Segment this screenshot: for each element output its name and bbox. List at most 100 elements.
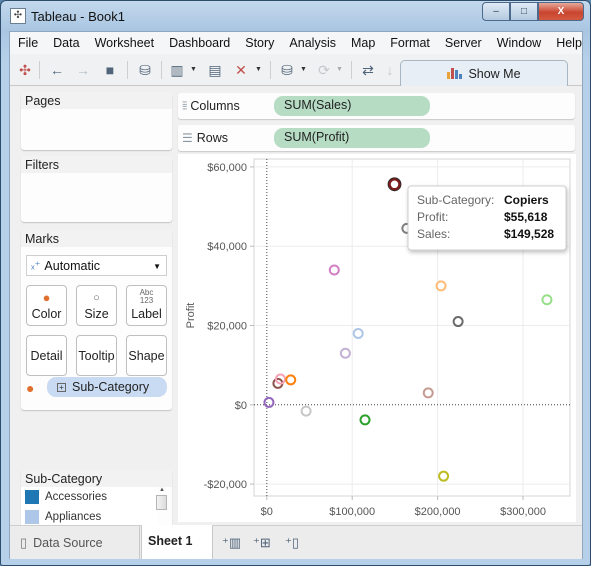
pause-dropdown-icon[interactable]: ▼	[300, 66, 307, 73]
data-point[interactable]	[339, 347, 351, 359]
tooltip-value-sales: $149,528	[504, 227, 554, 241]
scrollbar-thumb[interactable]	[156, 495, 167, 510]
toolbar-separator	[351, 61, 352, 79]
data-point[interactable]	[263, 396, 275, 408]
scroll-up-icon[interactable]: ▲	[156, 487, 168, 493]
show-me-button[interactable]: Show Me	[400, 60, 568, 86]
label-label: Label	[131, 307, 162, 321]
legend-item[interactable]: Accessories	[21, 487, 158, 507]
new-worksheet-icon[interactable]: ▥	[168, 61, 186, 79]
automatic-mark-icon: ₓ⁺	[31, 260, 41, 272]
menu-worksheet[interactable]: Worksheet	[95, 36, 163, 50]
new-story-icon[interactable]: ⁺▯	[285, 535, 299, 551]
data-point[interactable]	[452, 316, 464, 328]
new-dashboard-icon[interactable]: ⁺⊞	[253, 535, 271, 551]
menu-format[interactable]: Format	[390, 36, 438, 50]
columns-shelf[interactable]: ⦙⦙⦙ Columns SUM(Sales)	[178, 93, 575, 119]
toolbar-separator	[127, 61, 128, 79]
data-source-tab[interactable]: ▯ Data Source	[14, 526, 140, 559]
maximize-button[interactable]: □	[510, 2, 538, 21]
size-label: Size	[84, 307, 109, 321]
y-tick-label: -$20,000	[204, 479, 247, 491]
pages-title: Pages	[21, 92, 172, 109]
menu-dashboard[interactable]: Dashboard	[169, 36, 238, 50]
menu-data[interactable]: Data	[53, 36, 87, 50]
y-tick-label: $20,000	[207, 321, 247, 333]
y-tick-label: $60,000	[207, 162, 247, 174]
back-icon[interactable]: ←	[48, 61, 66, 79]
visualization-area: $0 $100,000 $200,000 $300,000 -$20,000 $0 $20,…	[178, 154, 576, 533]
rows-icon: ☰	[182, 131, 193, 145]
close-button[interactable]: X	[538, 2, 584, 21]
pause-updates-icon[interactable]: ⛁	[278, 61, 296, 79]
show-me-chart-icon	[447, 68, 463, 79]
data-point[interactable]	[541, 294, 553, 306]
expand-icon[interactable]: +	[57, 382, 66, 392]
shape-button[interactable]: Shape	[126, 335, 167, 376]
marks-title: Marks	[21, 230, 172, 247]
data-point[interactable]	[300, 405, 312, 417]
menu-file[interactable]: File	[18, 36, 46, 50]
refresh-icon[interactable]: ⟳	[315, 61, 333, 79]
data-point[interactable]	[352, 327, 364, 339]
rows-shelf[interactable]: ☰ Rows SUM(Profit)	[178, 125, 575, 151]
forward-icon[interactable]: →	[74, 61, 92, 79]
swap-icon[interactable]: ⇄	[359, 61, 377, 79]
title-bar: ✣ Tableau - Book1 ‒ □ X	[1, 1, 590, 31]
color-icon: ●	[42, 290, 51, 305]
color-encoding-icon: ●	[26, 380, 35, 396]
data-point[interactable]	[438, 470, 450, 482]
x-tick-label: $300,000	[500, 506, 546, 518]
database-icon: ▯	[20, 534, 28, 550]
label-button[interactable]: Abc 123 Label	[126, 285, 167, 326]
tableau-logo-icon[interactable]: ✣	[16, 61, 34, 79]
y-axis-title: Profit	[185, 303, 197, 329]
detail-button[interactable]: Detail	[26, 335, 67, 376]
menu-story[interactable]: Story	[245, 36, 282, 50]
refresh-dropdown-icon[interactable]: ▼	[336, 66, 343, 73]
legend-item[interactable]: Appliances	[21, 507, 158, 527]
marks-card: Marks ₓ⁺ Automatic ▼ ● Color ○ Size Abc …	[21, 230, 172, 410]
clear-sheet-dropdown-icon[interactable]: ▼	[255, 66, 262, 73]
sales-pill[interactable]: SUM(Sales)	[274, 96, 430, 116]
data-point[interactable]	[388, 178, 401, 191]
new-data-source-icon[interactable]: ⛁	[136, 61, 154, 79]
y-tick-label: $0	[235, 400, 247, 412]
shape-label: Shape	[128, 348, 165, 363]
sub-category-color-pill[interactable]: + Sub-Category	[47, 377, 167, 397]
client-area: File Data Worksheet Dashboard Story Anal…	[9, 31, 583, 559]
tooltip-value-subcategory: Copiers	[504, 193, 549, 207]
new-worksheet-dropdown-icon[interactable]: ▼	[190, 66, 197, 73]
menu-help[interactable]: Help	[556, 36, 590, 50]
sheet-1-tab[interactable]: Sheet 1	[141, 525, 213, 559]
legend-title: Sub-Category	[21, 470, 172, 487]
tooltip-button[interactable]: Tooltip	[76, 335, 117, 376]
filters-card[interactable]: Filters	[21, 156, 172, 222]
size-icon: ○	[93, 292, 100, 304]
duplicate-sheet-icon[interactable]: ▤	[206, 61, 224, 79]
sub-category-pill-label: Sub-Category	[72, 380, 150, 394]
columns-icon: ⦙⦙⦙	[182, 99, 188, 112]
profit-pill[interactable]: SUM(Profit)	[274, 128, 430, 148]
menu-server[interactable]: Server	[445, 36, 490, 50]
clear-sheet-icon[interactable]: ✕	[232, 61, 250, 79]
data-point[interactable]	[422, 387, 434, 399]
color-button[interactable]: ● Color	[26, 285, 67, 326]
save-icon[interactable]: ■	[101, 61, 119, 79]
data-point[interactable]	[285, 374, 297, 386]
mark-type-dropdown[interactable]: ₓ⁺ Automatic ▼	[26, 255, 167, 276]
pages-card[interactable]: Pages	[21, 92, 172, 150]
menu-map[interactable]: Map	[351, 36, 383, 50]
legend-swatch	[25, 490, 39, 504]
legend-swatch	[25, 510, 39, 524]
new-worksheet-icon[interactable]: ⁺▥	[222, 535, 241, 551]
tableau-app-icon: ✣	[10, 8, 26, 24]
menu-window[interactable]: Window	[497, 36, 549, 50]
tooltip-key-sales: Sales:	[417, 227, 450, 241]
data-point[interactable]	[359, 414, 371, 426]
data-point[interactable]	[328, 264, 340, 276]
minimize-button[interactable]: ‒	[482, 2, 510, 21]
size-button[interactable]: ○ Size	[76, 285, 117, 326]
menu-analysis[interactable]: Analysis	[289, 36, 344, 50]
sort-icon[interactable]: ↓	[381, 61, 399, 79]
